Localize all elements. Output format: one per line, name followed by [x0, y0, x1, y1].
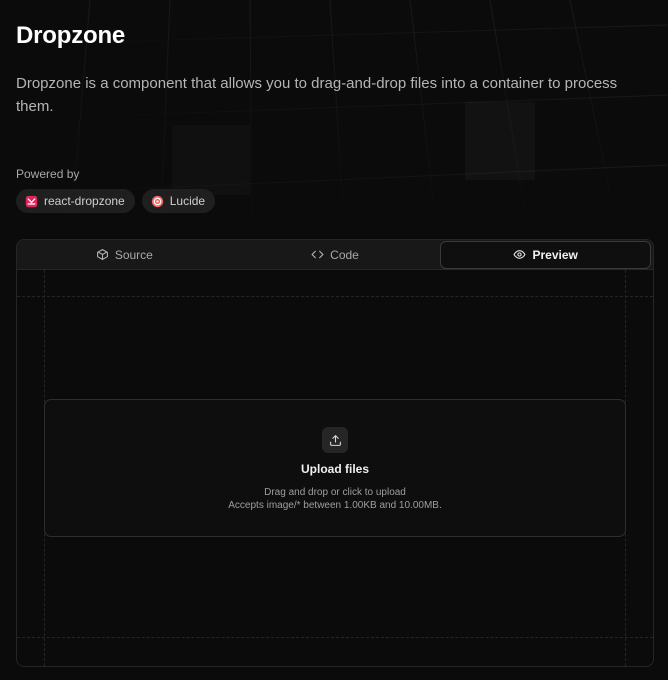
chip-lucide[interactable]: Lucide — [141, 189, 216, 213]
react-dropzone-logo-icon — [25, 195, 38, 207]
powered-by-chips: react-dropzone Lucide — [16, 189, 216, 213]
chip-label: Lucide — [169, 194, 206, 208]
tab-label: Preview — [532, 247, 578, 262]
box-icon — [96, 249, 108, 260]
component-card: Source Code Preview Upload files Drag an… — [16, 239, 654, 667]
tab-label: Code — [330, 247, 359, 262]
tab-preview[interactable]: Preview — [440, 240, 652, 269]
chip-react-dropzone[interactable]: react-dropzone — [16, 189, 135, 213]
powered-by-label: Powered by — [16, 167, 80, 181]
dropzone-title: Upload files — [300, 462, 369, 476]
guide-line — [17, 637, 653, 638]
dropzone-accept-text: Accepts image/* between 1.00KB and 10.00… — [228, 500, 442, 511]
tab-code[interactable]: Code — [230, 241, 441, 269]
upload-icon-container — [322, 427, 348, 453]
dropzone-hint: Drag and drop or click to upload — [264, 487, 406, 498]
tab-source[interactable]: Source — [19, 241, 230, 269]
tab-bar: Source Code Preview — [17, 240, 653, 270]
lucide-logo-icon — [151, 195, 163, 207]
preview-area: Upload files Drag and drop or click to u… — [17, 270, 653, 666]
guide-line — [17, 296, 653, 297]
code-icon — [311, 250, 324, 259]
page-title: Dropzone — [16, 22, 126, 49]
tab-label: Source — [114, 247, 153, 262]
eye-icon — [514, 250, 526, 259]
dropzone[interactable]: Upload files Drag and drop or click to u… — [44, 399, 626, 537]
page-description: Dropzone is a component that allows you … — [16, 75, 618, 115]
chip-label: react-dropzone — [44, 194, 125, 208]
upload-icon — [329, 434, 341, 446]
